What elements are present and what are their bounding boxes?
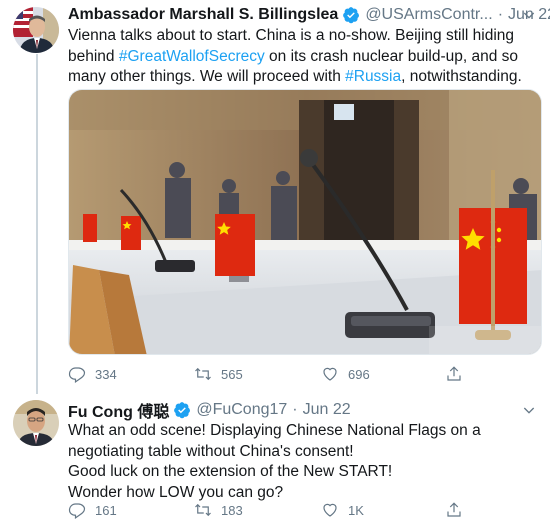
tweet-photo[interactable] (68, 89, 542, 355)
tweet-text-part: , notwithstanding. (401, 68, 522, 85)
heart-icon (323, 503, 337, 517)
tweet-header: Fu Cong 傅聪 @FuCong17 · Jun 22 (68, 399, 538, 421)
retweet-count: 183 (221, 502, 243, 518)
share-icon (447, 502, 461, 517)
avatar-billingslea[interactable] (13, 7, 59, 53)
tweet-date[interactable]: Jun 22 (303, 401, 351, 419)
like-button[interactable]: 696 (321, 364, 370, 384)
display-name[interactable]: Fu Cong 傅聪 (68, 398, 169, 422)
reply-count: 161 (95, 502, 117, 518)
tweet-text-line: Good luck on the extension of the New ST… (68, 463, 393, 480)
like-count: 696 (348, 366, 370, 382)
tweet-actions: 161 183 1K (68, 500, 488, 520)
like-count: 1K (348, 502, 364, 518)
tweet-billingslea[interactable]: Ambassador Marshall S. Billingslea @USAr… (0, 0, 550, 394)
user-handle[interactable]: @USArmsContr... (365, 6, 492, 24)
thread-connector-line (36, 54, 38, 394)
tweet-text: What an odd scene! Displaying Chinese Na… (68, 421, 536, 503)
share-button[interactable] (445, 364, 463, 384)
tweet-header: Ambassador Marshall S. Billingslea @USAr… (68, 4, 550, 26)
chevron-down-icon[interactable] (520, 6, 538, 24)
reply-icon (68, 503, 86, 519)
share-button[interactable] (445, 500, 463, 520)
reply-count: 334 (95, 366, 117, 382)
verified-badge-icon (173, 401, 191, 419)
tweet-text-line: What an odd scene! Displaying Chinese Na… (68, 422, 481, 460)
like-button[interactable]: 1K (321, 500, 364, 520)
display-name[interactable]: Ambassador Marshall S. Billingslea (68, 6, 338, 24)
tweet-text: Vienna talks about to start. China is a … (68, 26, 536, 88)
reply-button[interactable]: 161 (68, 500, 117, 520)
verified-badge-icon (342, 6, 360, 24)
retweet-count: 565 (221, 366, 243, 382)
hashtag-link[interactable]: #Russia (345, 68, 401, 85)
heart-icon (323, 367, 337, 381)
reply-icon (68, 367, 86, 383)
retweet-icon (195, 503, 211, 517)
chevron-down-icon[interactable] (520, 401, 538, 419)
retweet-icon (195, 367, 211, 381)
reply-button[interactable]: 334 (68, 364, 117, 384)
user-handle[interactable]: @FuCong17 (196, 401, 287, 419)
retweet-button[interactable]: 183 (194, 500, 243, 520)
hashtag-link[interactable]: #GreatWallofSecrecy (119, 48, 265, 65)
separator-dot: · (292, 401, 298, 418)
avatar-fucong[interactable] (13, 400, 59, 446)
tweet-actions: 334 565 696 (68, 364, 488, 384)
share-icon (447, 366, 461, 381)
retweet-button[interactable]: 565 (194, 364, 243, 384)
separator-dot: · (497, 6, 504, 23)
